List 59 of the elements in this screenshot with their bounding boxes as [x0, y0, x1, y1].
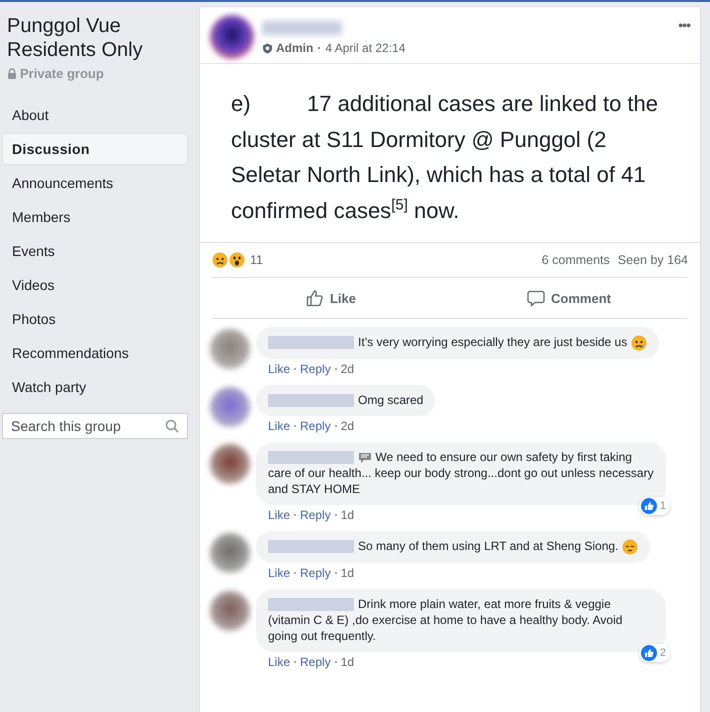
reaction-badge[interactable]: 2 [638, 644, 670, 662]
admin-label: Admin [276, 41, 314, 55]
reply-link[interactable]: Reply [300, 654, 331, 669]
like-link[interactable]: Like [268, 362, 290, 376]
reply-link[interactable]: Reply [300, 566, 331, 580]
post-time[interactable]: 4 April at 22:14 [325, 41, 406, 55]
comment-time: 2d [340, 418, 354, 433]
post-text: e) 17 additional cases are linked to the cluster at S11 Dormitory @ Punggol (2 Seletar North Link), which has a total of 41 confirmed cases$^{[5]}$ now. [231, 90, 660, 224]
sidebar-item[interactable]: Recommendations [2, 337, 188, 369]
reply-link[interactable]: Reply [300, 508, 331, 522]
comments-count[interactable]: 6 comments [542, 253, 610, 267]
sidebar-item[interactable]: Discussion [2, 133, 188, 165]
crying-face-icon [630, 334, 647, 351]
privacy-label: Private group [20, 66, 104, 81]
reply-link[interactable]: Reply [300, 418, 331, 433]
reply-link[interactable]: Reply [300, 362, 331, 376]
sad-face-icon [622, 538, 638, 555]
sidebar-item[interactable]: Watch party [2, 371, 188, 403]
crying-face-icon [212, 252, 228, 268]
sidebar-item[interactable]: Photos [2, 303, 188, 335]
comment-time: 1d [340, 566, 354, 580]
search-icon [165, 419, 179, 433]
like-count: 1 [660, 500, 666, 512]
group-name: Punggol Vue Residents Only [6, 14, 144, 62]
speech-bubble-icon [358, 452, 372, 464]
like-count: 2 [660, 646, 666, 659]
comment-text: We need to ensure our own safety by first taking care of our health... keep our body strong...dont go out unless necessary and STAY HOME [268, 448, 654, 497]
speech-bubble-icon [527, 290, 546, 306]
like-link[interactable]: Like [268, 654, 290, 669]
shield-icon [262, 42, 273, 54]
comment-text: Omg scared [357, 392, 424, 408]
reaction-badge[interactable]: 1 [638, 496, 670, 515]
like-link[interactable]: Like [268, 418, 290, 433]
like-link[interactable]: Like [268, 508, 290, 522]
comment-button[interactable]: Comment [519, 286, 619, 310]
sidebar-item[interactable]: Videos [2, 269, 188, 301]
seen-by[interactable]: Seen by 164 [618, 253, 688, 267]
thumbs-up-icon [640, 498, 657, 514]
comment-time: 1d [340, 654, 354, 669]
lock-icon [7, 68, 17, 79]
sidebar-item[interactable]: About [2, 99, 188, 131]
comment-time: 1d [340, 508, 354, 522]
comment-time: 2d [340, 362, 354, 376]
surprised-face-icon [229, 252, 245, 268]
sidebar-item[interactable]: Announcements [2, 167, 188, 199]
like-link[interactable]: Like [268, 566, 290, 580]
sidebar-item[interactable]: Events [2, 235, 188, 267]
reaction-count[interactable]: 11 [250, 253, 263, 267]
like-button[interactable]: Like [298, 285, 364, 311]
thumbs-up-icon [306, 289, 324, 307]
comment-text: It’s very worrying especially they are just beside us [268, 334, 647, 351]
thumbs-up-icon [640, 644, 657, 661]
avatar[interactable] [210, 444, 250, 484]
comment-text: So many of them using LRT and at Sheng Siong. [268, 538, 638, 555]
comment-text: Drink more plain water, eat more fruits & veggie (vitamin C & E) ,do exercise at home to have a healthy body. Avoid going out frequently. [268, 596, 624, 644]
search-field[interactable]: Search this group [2, 413, 188, 439]
more-options-button[interactable]: ••• [678, 17, 690, 33]
sidebar-item[interactable]: Members [2, 201, 188, 233]
avatar[interactable] [210, 15, 254, 59]
